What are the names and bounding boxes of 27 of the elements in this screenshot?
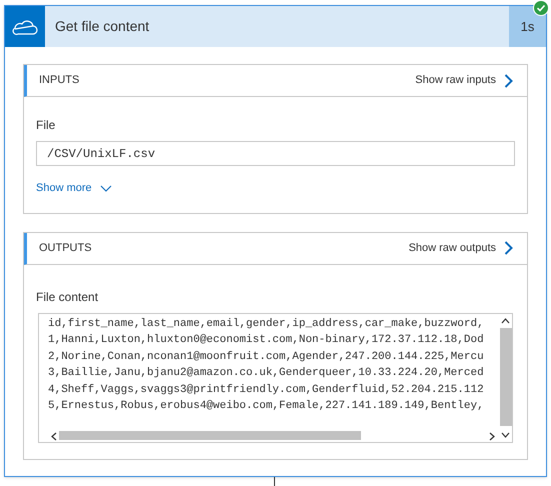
raw-link[interactable]: Show raw outputs bbox=[408, 240, 513, 256]
card-title: Get file content bbox=[55, 17, 150, 36]
field-label: File bbox=[36, 117, 56, 134]
scroll-up-icon bbox=[501, 318, 510, 324]
csv-line: 2,Norine,Conan,nconan1@moonfruit.com,Agender,247.200.144.225,Mercu bbox=[48, 350, 484, 365]
duration-label: 1s bbox=[509, 6, 546, 47]
scroll-down-icon bbox=[501, 432, 510, 438]
scroll-thumb[interactable] bbox=[59, 430, 361, 440]
chevron-down-icon bbox=[100, 184, 112, 192]
scroll-left-icon bbox=[51, 432, 57, 440]
scroll-right-icon bbox=[489, 432, 495, 440]
section-heading: INPUTS bbox=[39, 73, 80, 88]
field-label: File content bbox=[36, 288, 100, 306]
raw-link[interactable]: Show raw inputs bbox=[415, 72, 513, 89]
scroll-thumb[interactable] bbox=[500, 328, 512, 426]
csv-line: 1,Hanni,Luxton,hluxton0@economist.com,Non-binary,172.37.112.18,Dod bbox=[48, 333, 484, 348]
csv-line: 3,Baillie,Janu,bjanu2@amazon.co.uk,Genderqueer,10.33.224.20,Merced bbox=[48, 366, 484, 382]
cloud-icon bbox=[12, 18, 38, 34]
csv-line: 4,Sheff,Vaggs,svaggs3@printfriendly.com,Genderfluid,52.204.215.112 bbox=[48, 382, 484, 398]
chevron-right-icon bbox=[504, 241, 513, 255]
chevron-right-icon bbox=[504, 74, 513, 88]
file-field[interactable]: /CSV/UnixLF.csv bbox=[36, 141, 515, 166]
file-content-area[interactable] bbox=[38, 312, 513, 442]
csv-line: 5,Ernestus,Robus,erobus4@weibo.com,Female,227.141.189.149,Bentley, bbox=[48, 399, 484, 414]
section-heading: OUTPUTS bbox=[39, 240, 93, 256]
show-more-link[interactable]: Show more bbox=[36, 180, 112, 196]
csv-line: id,first_name,last_name,email,gender,ip_address,car_make,buzzword, bbox=[48, 316, 484, 332]
